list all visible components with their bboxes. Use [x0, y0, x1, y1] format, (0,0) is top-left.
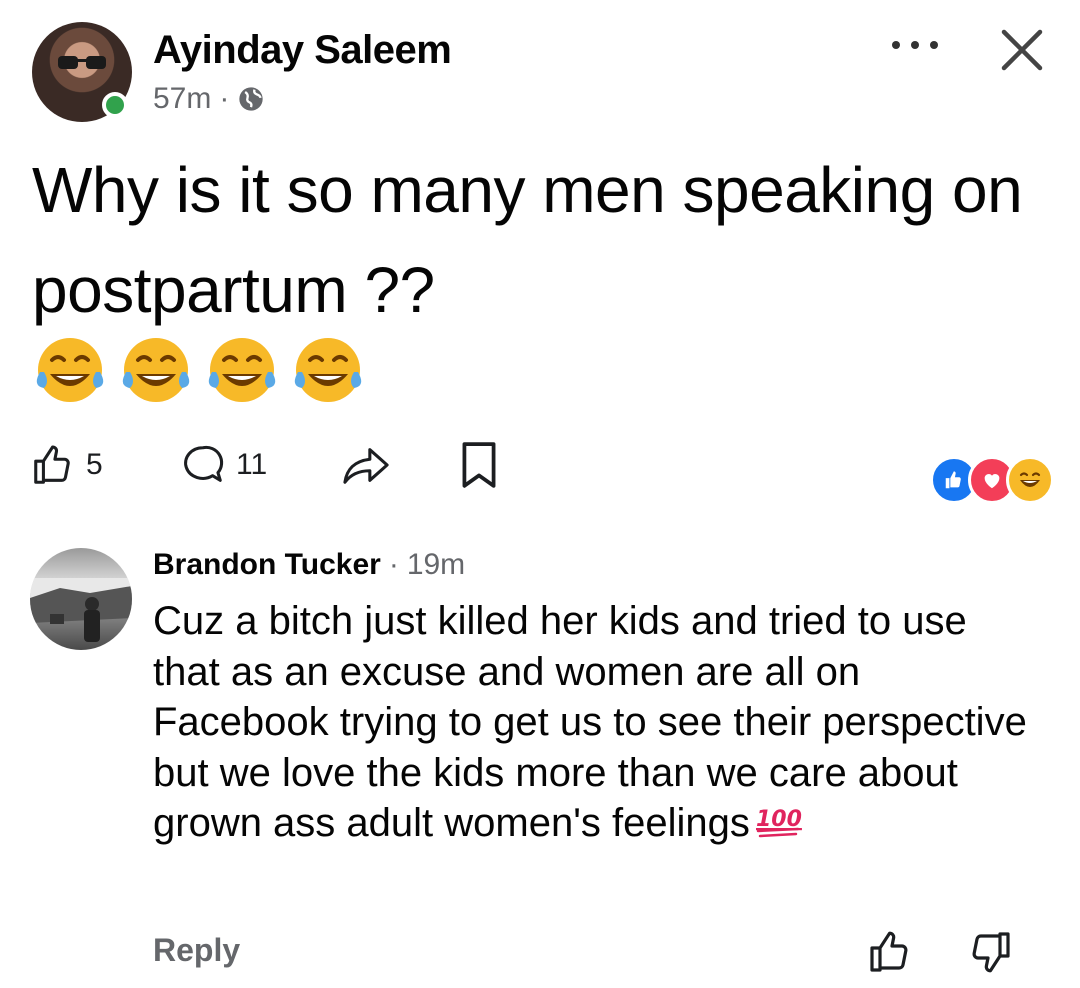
like-count: 5: [86, 448, 103, 481]
post-meta: 57m ·: [153, 82, 265, 116]
share-button[interactable]: [340, 442, 392, 488]
post-author-name[interactable]: Ayinday Saleem: [153, 28, 452, 73]
post-text: Why is it so many men speaking on postpa…: [32, 154, 1023, 326]
save-button[interactable]: [456, 440, 502, 490]
tears-of-joy-emoji: [294, 338, 362, 402]
thumbs-up-icon: [34, 445, 70, 484]
avatar-glasses: [58, 56, 106, 69]
tears-of-joy-emoji: [122, 338, 190, 402]
hundred-points-emoji: 100: [756, 807, 802, 838]
comment-thumbs-down-icon[interactable]: [966, 928, 1014, 976]
like-button[interactable]: 5: [30, 442, 103, 488]
reaction-summary[interactable]: [930, 456, 1054, 504]
comment-button[interactable]: 11: [180, 442, 267, 488]
comment-text: Cuz a bitch just killed her kids and tri…: [153, 599, 1027, 845]
commenter-avatar[interactable]: [30, 548, 132, 650]
reply-button[interactable]: Reply: [153, 932, 240, 969]
more-options-icon[interactable]: [892, 30, 938, 60]
comment-icon: [184, 445, 224, 482]
share-icon: [343, 448, 389, 484]
bookmark-icon: [462, 442, 496, 488]
comment-time[interactable]: 19m: [407, 548, 465, 582]
comment-separator: ·: [388, 548, 399, 581]
comment-body: Cuz a bitch just killed her kids and tri…: [153, 596, 1033, 849]
tears-of-joy-emoji: [36, 338, 104, 402]
comment-count: 11: [236, 448, 268, 481]
post-time[interactable]: 57m: [153, 82, 211, 116]
post-emoji-row: [32, 332, 366, 408]
comment-author-name[interactable]: Brandon Tucker: [153, 548, 381, 582]
close-icon[interactable]: [996, 24, 1048, 76]
comment-thumbs-up-icon[interactable]: [866, 928, 914, 976]
globe-icon: [239, 87, 264, 111]
haha-reaction-icon: [1006, 456, 1054, 504]
tears-of-joy-emoji: [208, 338, 276, 402]
meta-separator: ·: [219, 82, 230, 115]
comment-header: Brandon Tucker · 19m: [153, 548, 465, 582]
online-status-dot: [102, 92, 128, 118]
commenter-photo: [30, 578, 132, 642]
